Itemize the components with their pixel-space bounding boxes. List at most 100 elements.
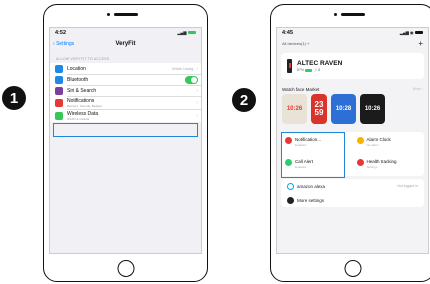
row-value: While Using (171, 66, 194, 71)
feature-title: Health tracking (366, 159, 397, 164)
phone-speaker (333, 13, 365, 16)
settings-group: Location While Using › Bluetooth Siri & … (50, 63, 201, 122)
status-bar: 4:45 ▂▄▆ ◉ (277, 28, 428, 37)
feature-status: Enabled (295, 143, 307, 147)
feature-status: Enabled (295, 165, 307, 169)
chevron-right-icon: › (196, 99, 198, 106)
home-button[interactable] (117, 260, 134, 277)
battery-icon (188, 30, 196, 34)
row-title: Notifications (67, 97, 95, 104)
watch-face-time: 10:26 (364, 106, 381, 112)
status-icons: ▂▄▆ (177, 30, 196, 36)
feature-grid: Notification... Enabled Alarm Clock No ala… (281, 132, 425, 178)
section-header: ALLOW VERYFIT TO ACCESS (56, 57, 110, 61)
row-label: Bluetooth (67, 76, 89, 83)
watch-face-thumbnail[interactable]: 10:28 (331, 94, 356, 124)
page-title: VeryFit (115, 41, 136, 47)
row-title: Wireless Data (67, 110, 99, 117)
amazon-alexa-row[interactable]: amazon alexa Not logged in (281, 179, 424, 193)
status-icons: ▂▄▆ ◉ (400, 30, 423, 36)
notifications-highlight-box (53, 123, 198, 137)
feature-status: Settings (366, 165, 378, 169)
location-icon (55, 64, 63, 73)
feature-label: Call Alert Enabled (295, 159, 313, 169)
watch-face-time: 23 59 (314, 100, 324, 117)
watch-face-header: Watch face Market More › (277, 82, 428, 94)
watch-face-thumbnail[interactable]: 10:26 (360, 94, 385, 124)
device-extra: 8 (318, 68, 321, 72)
status-time: 4:45 (282, 29, 294, 36)
row-subtitle: WLAN & Cellular (67, 116, 90, 121)
feature-title: Call Alert (295, 159, 314, 164)
row-label: Wireless Data WLAN & Cellular (67, 111, 196, 121)
watch-face-time: 10:28 (335, 106, 352, 112)
step-2-marker: 2 (232, 88, 256, 112)
all-devices-label: All devices(1) (282, 41, 307, 46)
bluetooth-icon: ᛒ (315, 68, 318, 72)
wireless-data-icon (55, 111, 63, 120)
device-name: ALTEC RAVEN (297, 60, 343, 67)
status-time: 4:52 (55, 29, 67, 36)
row-label: amazon alexa (297, 183, 326, 189)
all-devices-selector[interactable]: All devices(1) ˅ (282, 41, 309, 46)
watch-face-thumbnail[interactable]: 10:26 (282, 94, 307, 124)
bluetooth-icon (55, 75, 63, 84)
feature-status: No alarm (366, 143, 379, 147)
watch-face-more-link[interactable]: More › (413, 87, 423, 92)
feature-label: Notification... Enabled (295, 137, 321, 147)
row-subtitle: Banners, Sounds, Badges (67, 103, 102, 108)
settings-row-location[interactable]: Location While Using › (50, 63, 201, 74)
device-info: ALTEC RAVEN 87% · ᛒ 8 (297, 60, 342, 72)
feature-call-alert[interactable]: Call Alert Enabled (281, 154, 353, 176)
home-button[interactable] (344, 260, 361, 277)
app-header: All devices(1) ˅ + (277, 37, 428, 50)
battery-percent: 87% (297, 68, 305, 72)
chevron-right-icon: › (196, 87, 198, 94)
settings-list: amazon alexa Not logged in More settings (281, 179, 424, 207)
alarm-clock-icon (356, 137, 364, 144)
watch-face-time: 10:26 (286, 106, 303, 112)
phone-1-screen: 4:52 ▂▄▆ ‹ Settings VeryFit ALLOW VERYFI… (49, 27, 202, 254)
feature-alarm-clock[interactable]: Alarm Clock No alarm (353, 132, 425, 154)
row-label: Location (67, 65, 86, 72)
watch-face-thumbnail[interactable]: 23 59 (311, 94, 327, 124)
more-settings-icon (287, 196, 294, 204)
back-label: Settings (56, 41, 75, 47)
siri-icon (55, 86, 63, 95)
more-label: More (412, 87, 421, 91)
status-bar: 4:52 ▂▄▆ (50, 28, 201, 37)
phone-2-screen: 4:45 ▂▄▆ ◉ All devices(1) ˅ + ALTEC RAVE… (276, 27, 429, 254)
feature-health-tracking[interactable]: Health tracking Settings (353, 154, 425, 176)
row-label: Siri & Search (67, 87, 97, 94)
feature-label: Alarm Clock No alarm (367, 137, 391, 147)
call-alert-icon (285, 159, 292, 166)
watch-icon (287, 59, 292, 73)
row-label: Notifications Banners, Sounds, Badges (67, 98, 196, 108)
settings-row-wireless-data[interactable]: Wireless Data WLAN & Cellular › (50, 109, 201, 122)
battery-icon (415, 30, 423, 34)
phone-1: 4:52 ▂▄▆ ‹ Settings VeryFit ALLOW VERYFI… (43, 4, 208, 282)
battery-icon (305, 68, 312, 72)
phone-2: 4:45 ▂▄▆ ◉ All devices(1) ˅ + ALTEC RAVE… (270, 4, 430, 282)
device-status: 87% · ᛒ 8 (297, 68, 321, 72)
add-device-button[interactable]: + (418, 39, 423, 48)
row-label: More settings (297, 197, 325, 203)
notifications-icon (55, 98, 63, 107)
settings-row-notifications[interactable]: Notifications Banners, Sounds, Badges › (50, 96, 201, 109)
health-tracking-icon (356, 159, 364, 166)
more-settings-row[interactable]: More settings (281, 193, 424, 207)
row-status: Not logged in (397, 184, 418, 188)
settings-row-bluetooth[interactable]: Bluetooth (50, 74, 201, 85)
phone-speaker (106, 13, 138, 16)
feature-label: Health tracking Settings (367, 159, 397, 169)
back-button[interactable]: ‹ Settings (53, 41, 74, 47)
settings-row-siri[interactable]: Siri & Search › (50, 85, 201, 96)
navigation-bar: ‹ Settings VeryFit (50, 37, 201, 51)
feature-title: Alarm Clock (366, 137, 391, 142)
device-card[interactable]: ALTEC RAVEN 87% · ᛒ 8 (281, 53, 424, 79)
feature-title: Notification... (295, 137, 322, 142)
feature-notification[interactable]: Notification... Enabled (281, 132, 353, 154)
watch-face-list: 10:26 23 59 10:28 10:26 (277, 94, 428, 124)
chevron-right-icon: › (196, 112, 198, 119)
bluetooth-toggle[interactable] (185, 75, 198, 84)
